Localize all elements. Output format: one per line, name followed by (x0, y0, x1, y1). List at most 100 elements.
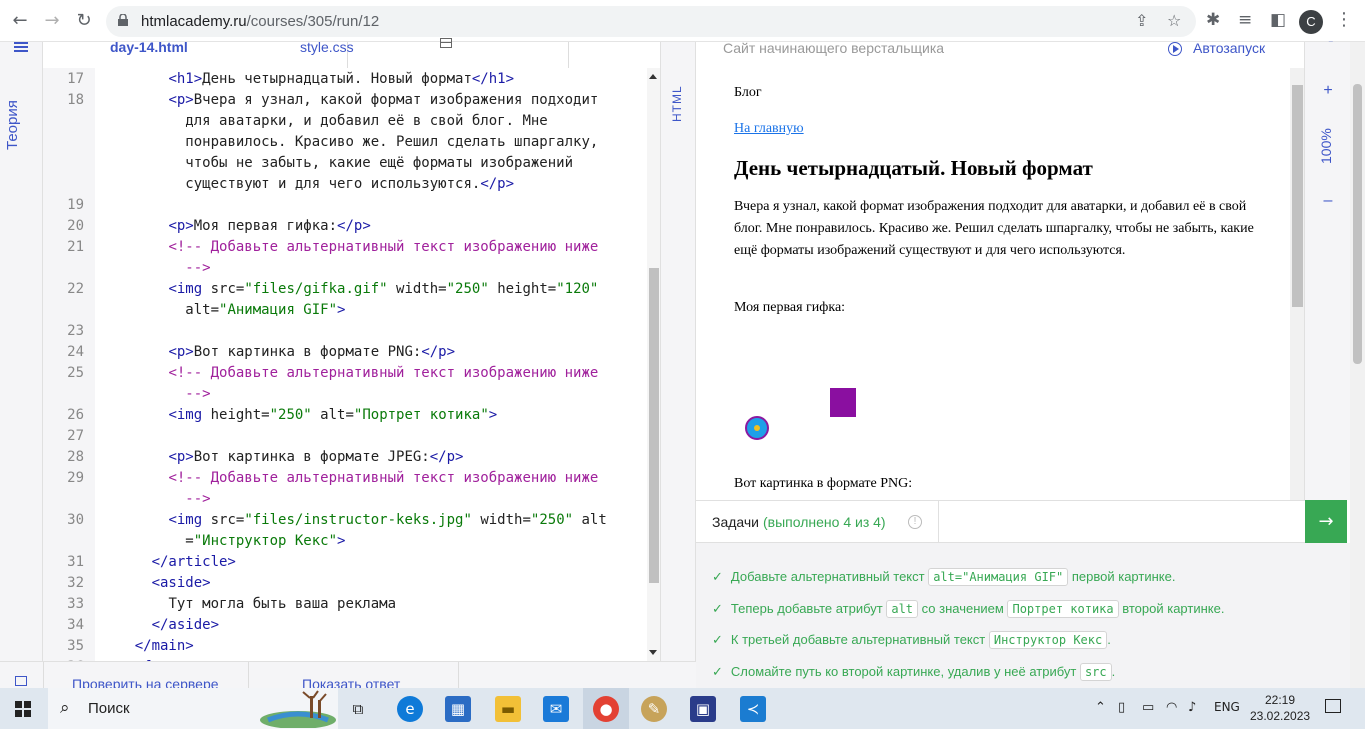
theory-toggle[interactable]: Теория (4, 100, 21, 150)
notification-icon[interactable] (1325, 699, 1341, 713)
editor-scroll-thumb[interactable] (649, 268, 659, 583)
code-line[interactable]: <img src="files/gifka.gif" width="250" h… (168, 281, 598, 297)
taskbar-search[interactable]: ⌕ Поиск (48, 688, 338, 729)
line-number-gutter: 1718192021222324252627282930313233343536 (43, 68, 95, 661)
chrome-browser-icon[interactable]: ● (593, 696, 619, 722)
autorun-label: Автозапуск (1193, 40, 1266, 56)
preview-header: Сайт начинающего верстальщика Автозапуск (696, 40, 1310, 68)
line-number: 27 (67, 428, 84, 444)
extensions-icon[interactable]: ✱ (1206, 10, 1220, 30)
show-answer-button[interactable]: Показать ответ (302, 676, 400, 688)
profile-avatar[interactable]: С (1299, 10, 1323, 34)
scroll-up-arrow-icon[interactable] (649, 74, 657, 79)
code-line[interactable]: </article> (152, 554, 236, 570)
tasks-title: Задачи (выполнено 4 из 4) (712, 514, 886, 530)
code-line[interactable]: Тут могла быть ваша реклама (168, 596, 396, 612)
page-scroll-thumb[interactable] (1353, 84, 1362, 364)
microsoft-store-icon[interactable]: ▦ (445, 696, 471, 722)
save-disk-icon[interactable]: ▣ (690, 696, 716, 722)
code-line[interactable]: --> (185, 260, 210, 276)
preview-paragraph: Вчера я узнал, какой формат изображения … (734, 199, 1254, 258)
tab-day-14-html[interactable]: day-14.html (110, 40, 188, 68)
tray-device-icon[interactable]: ▯ (1118, 700, 1125, 715)
preview-gif-caption: Моя первая гифка: (734, 300, 846, 315)
html-label: HTML (670, 85, 684, 122)
info-icon[interactable]: ! (908, 515, 922, 529)
code-line[interactable]: <img src="files/instructor-keks.jpg" wid… (168, 512, 606, 528)
check-icon: ✓ (712, 665, 723, 680)
language-indicator[interactable]: ENG (1214, 700, 1240, 714)
tray-chevron-icon[interactable]: ⌃ (1095, 700, 1106, 715)
preview-scrollbar[interactable] (1290, 68, 1304, 500)
mail-icon[interactable]: ✉ (543, 696, 569, 722)
code-line[interactable]: </aside> (152, 617, 219, 633)
code-line[interactable]: <img height="250" alt="Портрет котика"> (168, 407, 497, 423)
scroll-down-arrow-icon[interactable] (649, 650, 657, 655)
zoom-rail: + 100% – (1304, 42, 1350, 500)
code-line[interactable]: <p>Моя первая гифка:</p> (168, 218, 370, 234)
battery-icon[interactable]: ▭ (1142, 700, 1154, 715)
share-icon[interactable]: ⇪ (1135, 11, 1148, 30)
zoom-in-button[interactable]: + (1305, 82, 1351, 100)
page-scrollbar[interactable] (1350, 42, 1365, 688)
line-number: 20 (67, 218, 84, 234)
code-editor[interactable]: <h1>День четырнадцатый. Новый формат</h1… (95, 68, 647, 661)
code-line[interactable]: <!-- Добавьте альтернативный текст изобр… (168, 470, 598, 486)
task-view-icon[interactable]: ⧉ (345, 696, 371, 722)
code-line[interactable]: ="Инструктор Кекс"> (185, 533, 345, 549)
edge-browser-icon[interactable]: e (397, 696, 423, 722)
code-line[interactable]: <h1>День четырнадцатый. Новый формат</h1… (168, 71, 514, 87)
address-bar[interactable]: htmlacademy.ru/courses/305/run/12 ⇪ ☆ (106, 6, 1196, 37)
code-line[interactable]: </main> (135, 638, 194, 654)
code-line[interactable]: <p>Вот картинка в формате JPEG:</p> (168, 449, 463, 465)
code-line[interactable]: alt="Анимация GIF"> (185, 302, 345, 318)
zoom-out-button[interactable]: – (1305, 192, 1351, 210)
paint-icon[interactable]: ✎ (641, 696, 667, 722)
gif-animation-circle (745, 416, 769, 440)
media-queue-icon[interactable]: ≡ (1238, 10, 1252, 30)
collapse-panel-icon[interactable] (440, 38, 452, 48)
autorun-toggle[interactable]: Автозапуск (1168, 40, 1266, 56)
line-number: 24 (67, 344, 84, 360)
editor-tabs: day-14.html style.css (95, 38, 660, 68)
code-line[interactable]: <aside> (152, 575, 211, 591)
code-line[interactable]: --> (185, 386, 210, 402)
code-line[interactable]: <p>Вот картинка в формате PNG:</p> (168, 344, 455, 360)
line-number: 34 (67, 617, 84, 633)
back-icon[interactable]: ← (8, 9, 32, 33)
hamburger-menu-icon[interactable] (14, 42, 28, 52)
code-line[interactable]: чтобы не забыть, какие ещё форматы изобр… (185, 155, 573, 171)
menu-kebab-icon[interactable]: ⋮ (1335, 9, 1353, 30)
volume-icon[interactable]: ♪ (1188, 700, 1196, 715)
preview-title: Сайт начинающего верстальщика (723, 40, 945, 56)
line-number: 23 (67, 323, 84, 339)
code-line[interactable]: существуют и для чего используются.</p> (185, 176, 514, 192)
url-text: htmlacademy.ru/courses/305/run/12 (141, 13, 380, 30)
code-line[interactable]: <!-- Добавьте альтернативный текст изобр… (168, 365, 598, 381)
code-line[interactable]: для аватарки, и добавил её в свой блог. … (185, 113, 547, 129)
side-panel-icon[interactable]: ◧ (1270, 10, 1286, 30)
preview-scroll-thumb[interactable] (1292, 85, 1303, 307)
code-line[interactable]: --> (185, 491, 210, 507)
keyboard-icon[interactable] (15, 676, 27, 686)
search-icon: ⌕ (60, 698, 70, 718)
next-step-button[interactable]: → (1305, 500, 1347, 543)
code-line[interactable]: <!-- Добавьте альтернативный текст изобр… (168, 239, 598, 255)
preview-home-link[interactable]: На главную (734, 121, 804, 137)
windows-start-icon[interactable] (15, 701, 31, 717)
code-line[interactable]: <p>Вчера я узнал, какой формат изображен… (168, 92, 598, 108)
tab-style-css[interactable]: style.css (300, 40, 354, 68)
vscode-icon[interactable]: ≺ (740, 696, 766, 722)
code-line[interactable]: понравилось. Красиво же. Решил сделать ш… (185, 134, 598, 150)
wifi-icon[interactable]: ◠ (1166, 700, 1177, 715)
tasks-bar: Задачи (выполнено 4 из 4) ! (696, 500, 1305, 544)
editor-scrollbar[interactable] (647, 68, 660, 661)
bookmark-star-icon[interactable]: ☆ (1167, 11, 1181, 30)
bar-divider (43, 662, 44, 688)
clock[interactable]: 22:19 23.02.2023 (1250, 692, 1310, 724)
task-item: ✓ К третьей добавьте альтернативный текст… (712, 631, 1111, 649)
check-on-server-button[interactable]: Проверить на сервере (72, 676, 219, 688)
reload-icon[interactable]: ↻ (72, 9, 96, 33)
forward-icon[interactable]: → (40, 9, 64, 33)
file-explorer-icon[interactable]: ▬ (495, 696, 521, 722)
